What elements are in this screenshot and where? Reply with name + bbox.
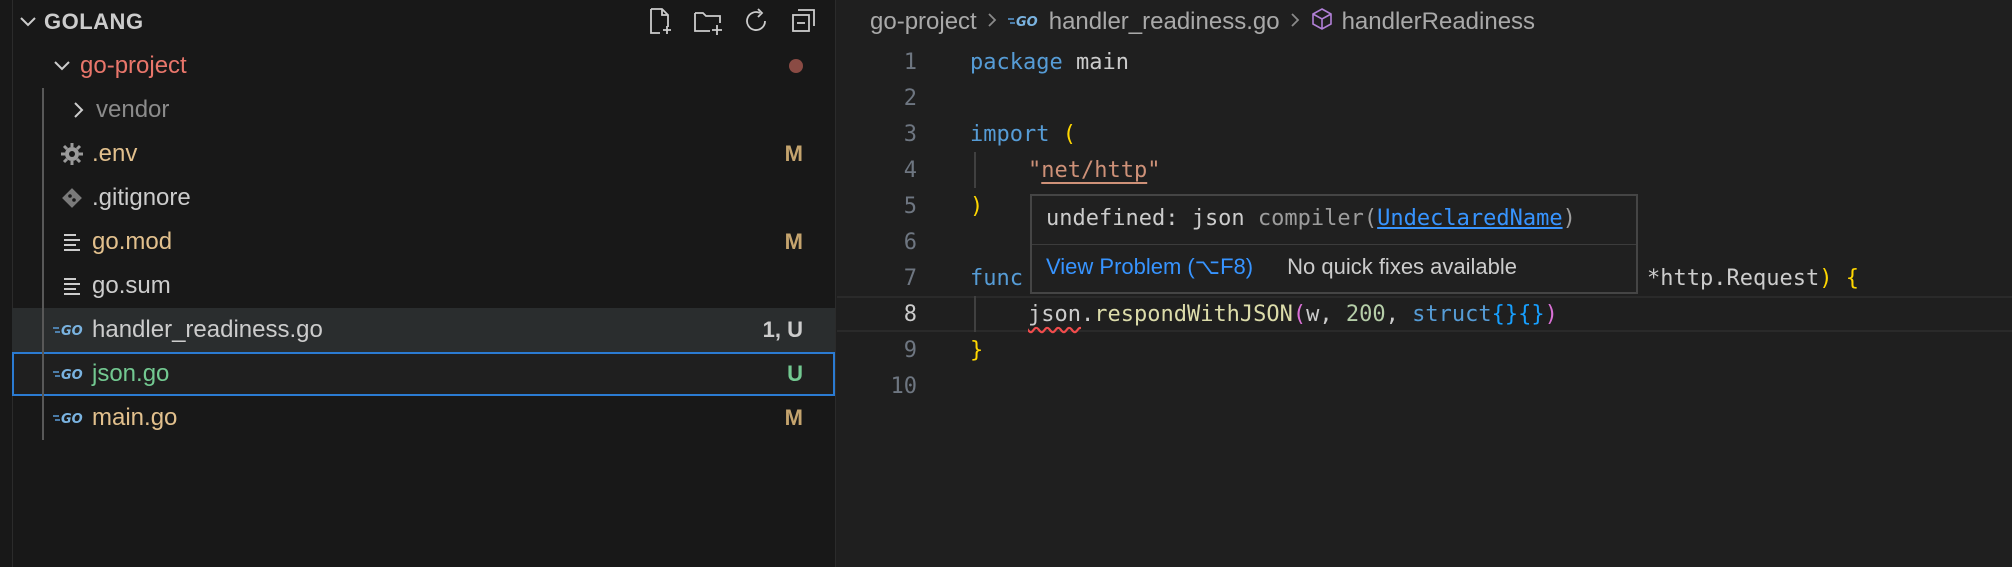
code-line-1: 1 package main bbox=[837, 44, 2012, 80]
folder-label: go-project bbox=[80, 52, 187, 79]
file-label: go.mod bbox=[92, 228, 173, 255]
tree-folder-vendor[interactable]: vendor bbox=[12, 88, 835, 132]
go-file-icon: GO bbox=[1007, 8, 1041, 36]
code-text: import ( bbox=[970, 121, 1076, 147]
file-label: handler_readiness.go bbox=[92, 316, 323, 343]
indent-guide bbox=[974, 296, 976, 332]
chevron-right-icon bbox=[985, 9, 999, 35]
svg-text:GO: GO bbox=[61, 324, 83, 338]
file-label: json.go bbox=[92, 360, 170, 387]
tree-file-go-mod[interactable]: go.mod M bbox=[12, 220, 835, 264]
modified-dot bbox=[789, 59, 803, 73]
breadcrumb-folder[interactable]: go-project bbox=[870, 8, 977, 36]
refresh-icon[interactable] bbox=[739, 4, 773, 38]
line-number: 1 bbox=[903, 49, 917, 75]
code-line-4: 4 "net/http" bbox=[837, 152, 2012, 188]
git-status-badge: U bbox=[787, 361, 803, 386]
collapse-all-icon[interactable] bbox=[787, 4, 821, 38]
line-number: 8 bbox=[903, 301, 917, 327]
line-number: 2 bbox=[903, 85, 917, 111]
section-header-golang[interactable]: GOLANG bbox=[12, 0, 835, 44]
code-text: ) bbox=[970, 193, 984, 219]
breadcrumb-file[interactable]: handler_readiness.go bbox=[1049, 8, 1280, 36]
breadcrumb: go-project GO handler_readiness.go handl… bbox=[870, 0, 1535, 44]
tree-folder-go-project[interactable]: go-project bbox=[12, 44, 835, 88]
lines-icon bbox=[58, 228, 86, 256]
no-quick-fixes-label: No quick fixes available bbox=[1287, 254, 1518, 279]
tree-file-go-sum[interactable]: go.sum bbox=[12, 264, 835, 308]
tree-file-gitignore[interactable]: .gitignore bbox=[12, 176, 835, 220]
git-icon bbox=[58, 184, 86, 212]
chevron-right-icon bbox=[66, 96, 90, 124]
indent-guide bbox=[974, 152, 976, 188]
line-number: 9 bbox=[903, 337, 917, 363]
code-text: package main bbox=[970, 49, 1129, 75]
git-status-badge: M bbox=[784, 141, 803, 166]
line-number: 4 bbox=[903, 157, 917, 183]
hover-actions: View Problem (⌥F8) No quick fixes availa… bbox=[1046, 254, 1517, 280]
code-line-3: 3 import ( bbox=[837, 116, 2012, 152]
git-status-badge: M bbox=[784, 229, 803, 254]
code-line-9: 9 } bbox=[837, 332, 2012, 368]
tree-file-main-go[interactable]: GO main.go M bbox=[12, 396, 835, 440]
line-number: 6 bbox=[903, 229, 917, 255]
editor-pane: go-project GO handler_readiness.go handl… bbox=[837, 0, 2012, 567]
symbol-method-icon bbox=[1310, 7, 1334, 38]
code-text: } bbox=[970, 337, 984, 363]
file-label: vendor bbox=[96, 96, 170, 123]
code-text: json.respondWithJSON(w, 200, struct{}{}) bbox=[1028, 301, 1558, 327]
code-line-8: 8 json.respondWithJSON(w, 200, struct{}{… bbox=[837, 296, 2012, 332]
tree-file-json-go[interactable]: GO json.go U bbox=[12, 352, 835, 396]
svg-text:GO: GO bbox=[1016, 15, 1038, 29]
breadcrumb-symbol[interactable]: handlerReadiness bbox=[1342, 8, 1535, 36]
explorer-sidebar: GOLANG go-project vendor .env M .gitigno… bbox=[0, 0, 836, 567]
line-number: 5 bbox=[903, 193, 917, 219]
file-label: .env bbox=[92, 140, 138, 167]
hover-message: undefined: json compiler(UndeclaredName) bbox=[1046, 206, 1576, 231]
gear-icon bbox=[58, 140, 86, 168]
go-file-icon: GO bbox=[52, 404, 86, 432]
go-file-icon: GO bbox=[52, 316, 86, 344]
section-title: GOLANG bbox=[44, 9, 144, 34]
line-number: 3 bbox=[903, 121, 917, 147]
view-problem-link[interactable]: View Problem (⌥F8) bbox=[1046, 254, 1253, 280]
new-file-icon[interactable] bbox=[643, 4, 677, 38]
error-code-link[interactable]: UndeclaredName bbox=[1377, 206, 1562, 231]
svg-text:GO: GO bbox=[61, 368, 83, 382]
code-text: func bbox=[970, 265, 1023, 291]
hover-divider bbox=[1032, 244, 1636, 245]
chevron-down-icon bbox=[50, 52, 74, 80]
git-status-badge: M bbox=[784, 405, 803, 430]
line-number: 7 bbox=[903, 265, 917, 291]
code-text: "net/http" bbox=[1028, 157, 1161, 183]
error-token: json bbox=[1028, 301, 1081, 327]
file-tree: go-project vendor .env M .gitignore go.m… bbox=[12, 44, 835, 440]
code-line-2: 2 bbox=[837, 80, 2012, 116]
tree-indent-guide bbox=[42, 88, 44, 440]
git-status-badge: 1, U bbox=[762, 317, 803, 342]
code-line-10: 10 bbox=[837, 368, 2012, 404]
line-number: 10 bbox=[890, 373, 918, 399]
section-actions bbox=[643, 4, 821, 38]
file-label: main.go bbox=[92, 404, 178, 431]
file-label: .gitignore bbox=[92, 184, 191, 211]
tree-file-env[interactable]: .env M bbox=[12, 132, 835, 176]
file-label: go.sum bbox=[92, 272, 171, 299]
code-text-tail: *http.Request) { bbox=[1647, 265, 1859, 291]
svg-text:GO: GO bbox=[61, 412, 83, 426]
tree-file-handler-readiness[interactable]: GO handler_readiness.go 1, U bbox=[12, 308, 835, 352]
problem-hover-popup: undefined: json compiler(UndeclaredName)… bbox=[1030, 194, 1638, 294]
lines-icon bbox=[58, 272, 86, 300]
chevron-down-icon[interactable] bbox=[12, 0, 44, 44]
chevron-right-icon bbox=[1288, 9, 1302, 35]
go-file-icon: GO bbox=[52, 360, 86, 388]
new-folder-icon[interactable] bbox=[691, 4, 725, 38]
